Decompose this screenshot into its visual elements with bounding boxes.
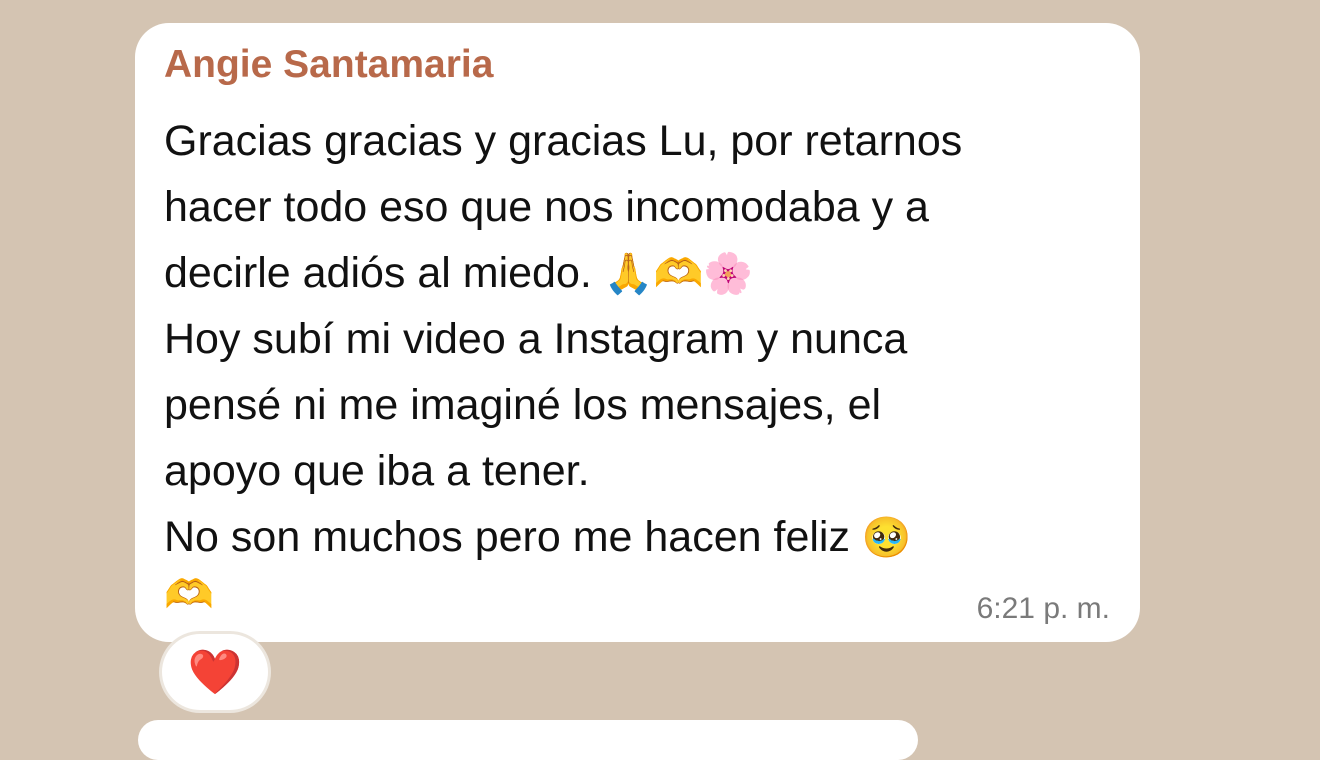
- message-line-text: decirle adiós al miedo.: [164, 249, 592, 297]
- next-message-bubble[interactable]: [138, 720, 918, 760]
- message-line: 🫶: [164, 570, 1110, 620]
- pleading-face-emoji-icon: 🥹: [861, 515, 912, 561]
- folded-hands-emoji-icon: 🙏: [603, 251, 654, 297]
- message-line: pensé ni me imaginé los mensajes, el: [164, 381, 882, 429]
- message-line: decirle adiós al miedo. 🙏🫶🌸: [164, 240, 1110, 306]
- message-line-text: No son muchos pero me hacen feliz: [164, 513, 850, 561]
- message-line: hacer todo eso que nos incomodaba y a: [164, 183, 929, 231]
- message-line: apoyo que iba a tener.: [164, 447, 590, 495]
- sender-name[interactable]: Angie Santamaria: [164, 43, 1110, 87]
- message-timestamp: 6:21 p. m.: [976, 592, 1110, 625]
- heart-hands-emoji-icon: 🫶: [653, 251, 704, 297]
- message-bubble[interactable]: Angie Santamaria Gracias gracias y graci…: [135, 23, 1140, 642]
- message-line: Gracias gracias y gracias Lu, por retarn…: [164, 117, 963, 165]
- message-line: No son muchos pero me hacen feliz 🥹: [164, 504, 1110, 570]
- message-text: Gracias gracias y gracias Lu, por retarn…: [164, 108, 1110, 620]
- red-heart-emoji-icon: ❤️: [187, 647, 243, 698]
- reaction-badge[interactable]: ❤️: [162, 634, 268, 710]
- heart-hands-emoji-icon: 🫶: [164, 572, 214, 618]
- cherry-blossom-emoji-icon: 🌸: [703, 251, 754, 297]
- message-line: Hoy subí mi video a Instagram y nunca: [164, 315, 908, 363]
